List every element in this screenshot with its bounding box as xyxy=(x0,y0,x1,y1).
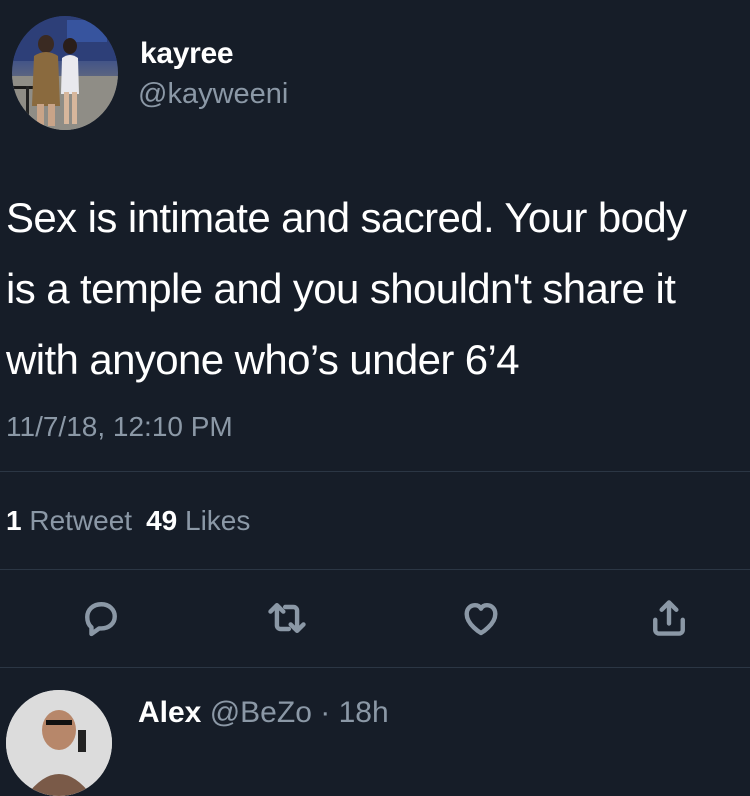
tweet-actions xyxy=(0,590,750,650)
tweet-text-line: Sex is intimate and sacred. Your body xyxy=(6,194,687,241)
author-avatar[interactable] xyxy=(12,16,118,130)
author-display-name[interactable]: kayree xyxy=(140,37,234,71)
retweets-label: Retweet xyxy=(29,505,133,536)
reply-header: Alex @BeZo · 18h xyxy=(138,696,389,730)
tweet-detail: kayree @kayweeni Sex is intimate and sac… xyxy=(0,0,750,796)
retweets-stat[interactable]: 1 Retweet xyxy=(6,505,132,536)
share-button[interactable] xyxy=(641,590,697,646)
reply-display-name[interactable]: Alex xyxy=(138,696,201,729)
reply-author-avatar[interactable] xyxy=(6,690,112,796)
retweets-count: 1 xyxy=(6,505,22,536)
profile-photo-icon xyxy=(12,16,118,130)
tweet-stats: 1 Retweet 49 Likes xyxy=(6,505,250,537)
like-button[interactable] xyxy=(453,590,509,646)
likes-stat[interactable]: 49 Likes xyxy=(146,505,250,536)
author-handle[interactable]: @kayweeni xyxy=(138,78,288,111)
reply-time: 18h xyxy=(338,696,389,729)
divider xyxy=(0,471,750,472)
tweet-text-line: with anyone who’s under 6’4 xyxy=(6,336,520,383)
reply-handle[interactable]: @BeZo xyxy=(210,696,312,729)
like-icon xyxy=(464,602,498,636)
likes-count: 49 xyxy=(146,505,178,536)
tweet-text: Sex is intimate and sacred. Your body is… xyxy=(6,190,746,403)
likes-label: Likes xyxy=(185,505,251,536)
reply-icon xyxy=(85,602,117,637)
retweet-icon xyxy=(268,602,306,634)
share-icon xyxy=(653,600,685,636)
divider xyxy=(0,667,750,668)
retweet-button[interactable] xyxy=(259,590,315,646)
reply-button[interactable] xyxy=(73,590,129,646)
profile-photo-icon xyxy=(6,690,112,796)
divider xyxy=(0,569,750,570)
tweet-timestamp[interactable]: 11/7/18, 12:10 PM xyxy=(6,411,233,443)
tweet-text-line: is a temple and you shouldn't share it xyxy=(6,265,676,312)
reply-separator: · xyxy=(320,696,331,729)
